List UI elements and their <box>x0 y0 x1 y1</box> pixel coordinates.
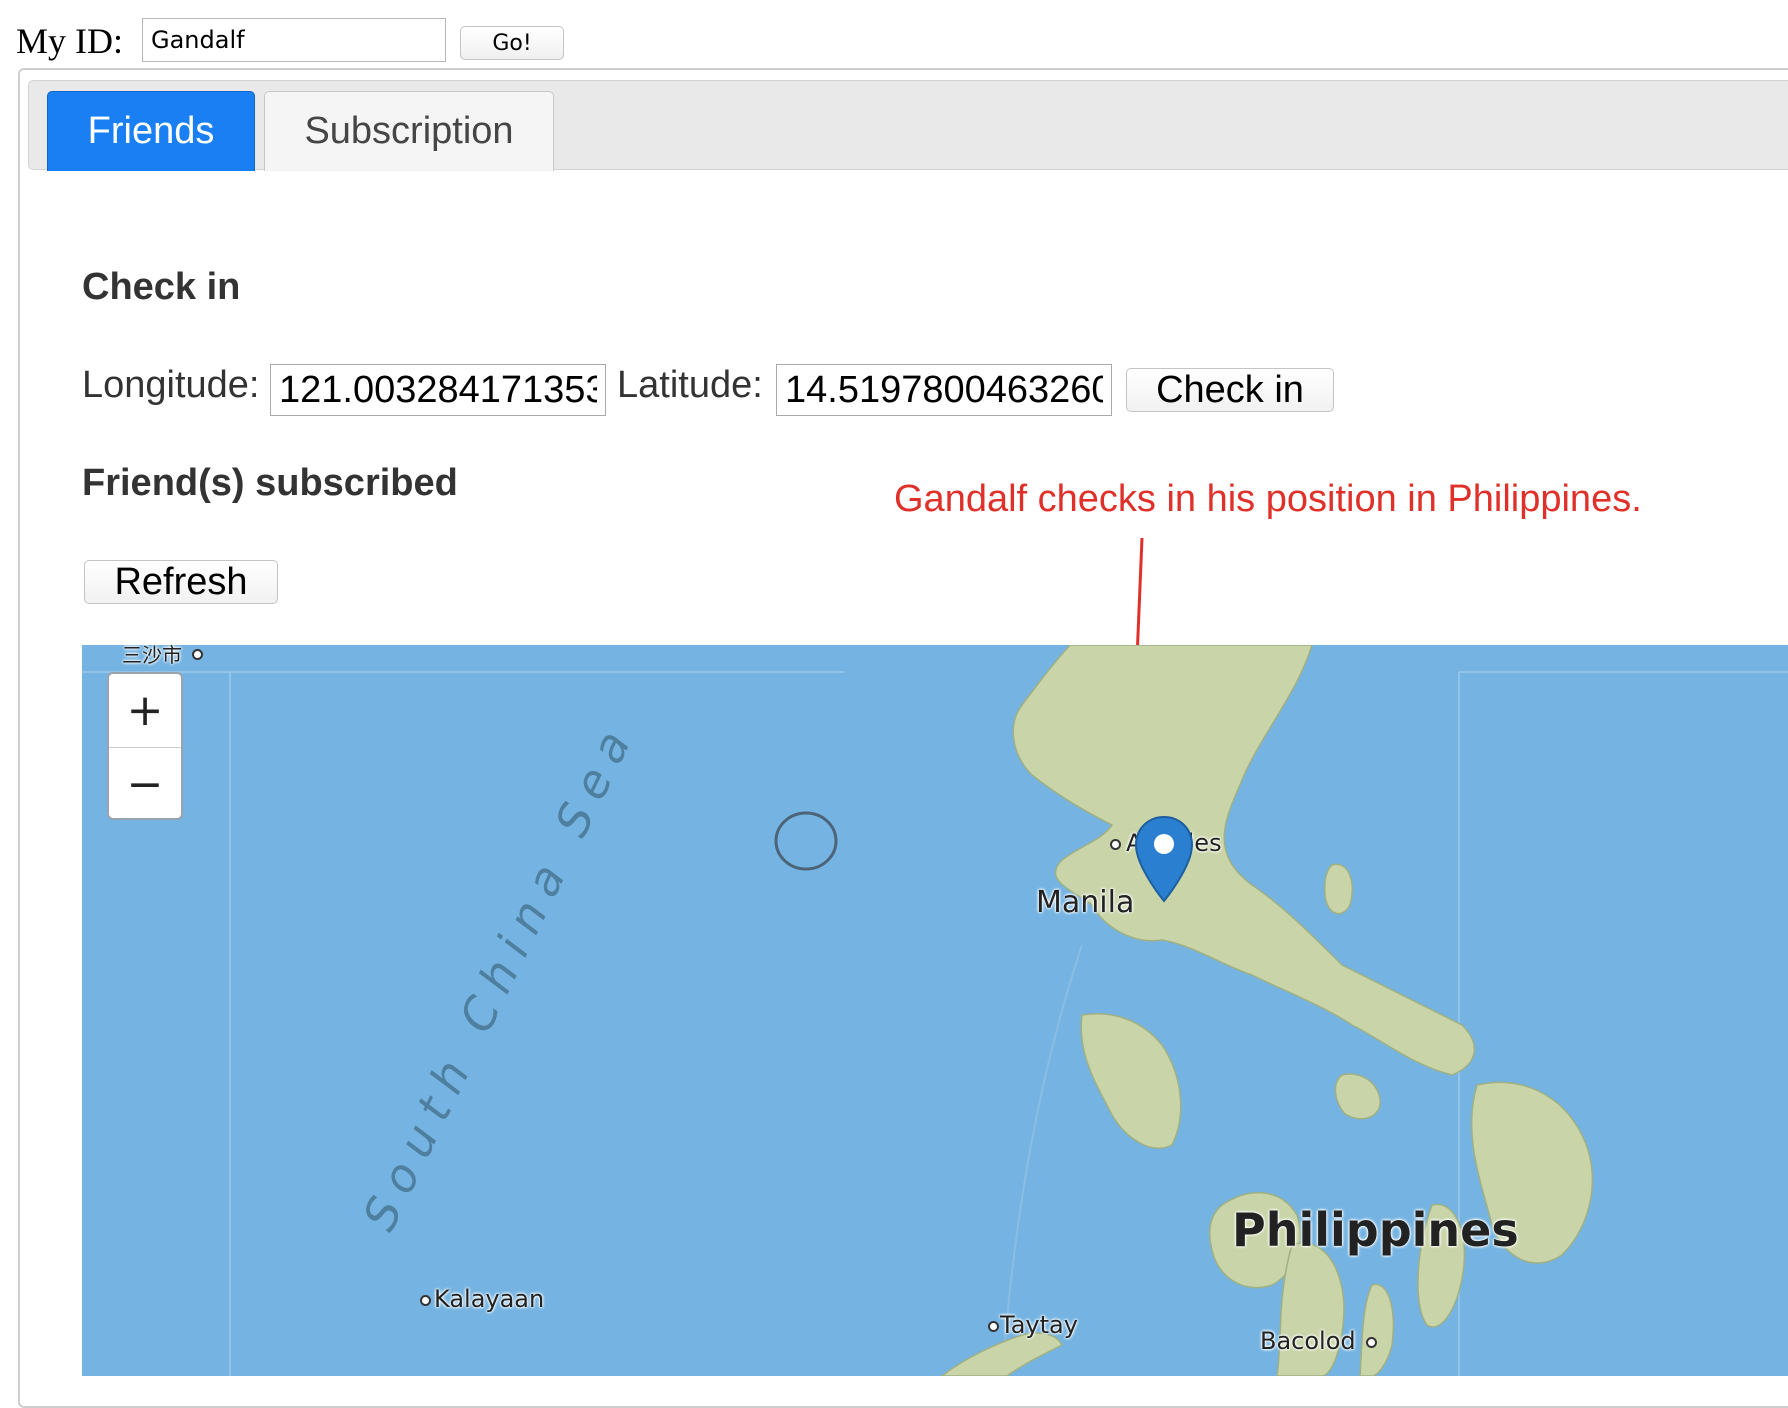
map-label-sansha: 三沙市 <box>122 645 182 667</box>
map-label-manila: Manila <box>1036 885 1135 920</box>
map[interactable]: + − 三沙市 Angeles Manila Philippines South… <box>82 645 1788 1376</box>
map-base-layer <box>82 645 1788 1376</box>
place-dot <box>1110 839 1121 850</box>
zoom-in-button[interactable]: + <box>109 674 181 748</box>
tab-friends[interactable]: Friends <box>47 91 255 171</box>
tab-strip: Friends Subscription <box>28 80 1788 171</box>
check-in-heading: Check in <box>82 266 241 308</box>
map-label-bacolod: Bacolod <box>1260 1327 1356 1355</box>
longitude-label: Longitude: <box>82 364 260 406</box>
my-id-input[interactable] <box>142 18 446 62</box>
map-label-kalayaan: Kalayaan <box>434 1285 545 1313</box>
place-dot <box>192 649 203 660</box>
top-bar: My ID: Go! <box>16 14 616 64</box>
check-in-button[interactable]: Check in <box>1126 368 1334 412</box>
zoom-out-button[interactable]: − <box>109 748 181 818</box>
refresh-button[interactable]: Refresh <box>84 560 278 604</box>
place-dot <box>988 1321 999 1332</box>
place-dot <box>420 1295 431 1306</box>
map-pin-icon[interactable] <box>1134 815 1194 905</box>
latitude-input[interactable] <box>776 364 1112 416</box>
tab-subscription[interactable]: Subscription <box>264 91 554 171</box>
go-button[interactable]: Go! <box>460 26 564 60</box>
friends-subscribed-heading: Friend(s) subscribed <box>82 462 458 504</box>
my-id-label: My ID: <box>16 21 123 61</box>
longitude-input[interactable] <box>270 364 606 416</box>
map-label-philippines: Philippines <box>1232 1203 1519 1257</box>
annotation-text: Gandalf checks in his position in Philip… <box>894 478 1642 520</box>
map-label-taytay: Taytay <box>1000 1311 1078 1339</box>
place-dot <box>1366 1337 1377 1348</box>
zoom-control: + − <box>107 672 183 820</box>
latitude-label: Latitude: <box>617 364 763 406</box>
